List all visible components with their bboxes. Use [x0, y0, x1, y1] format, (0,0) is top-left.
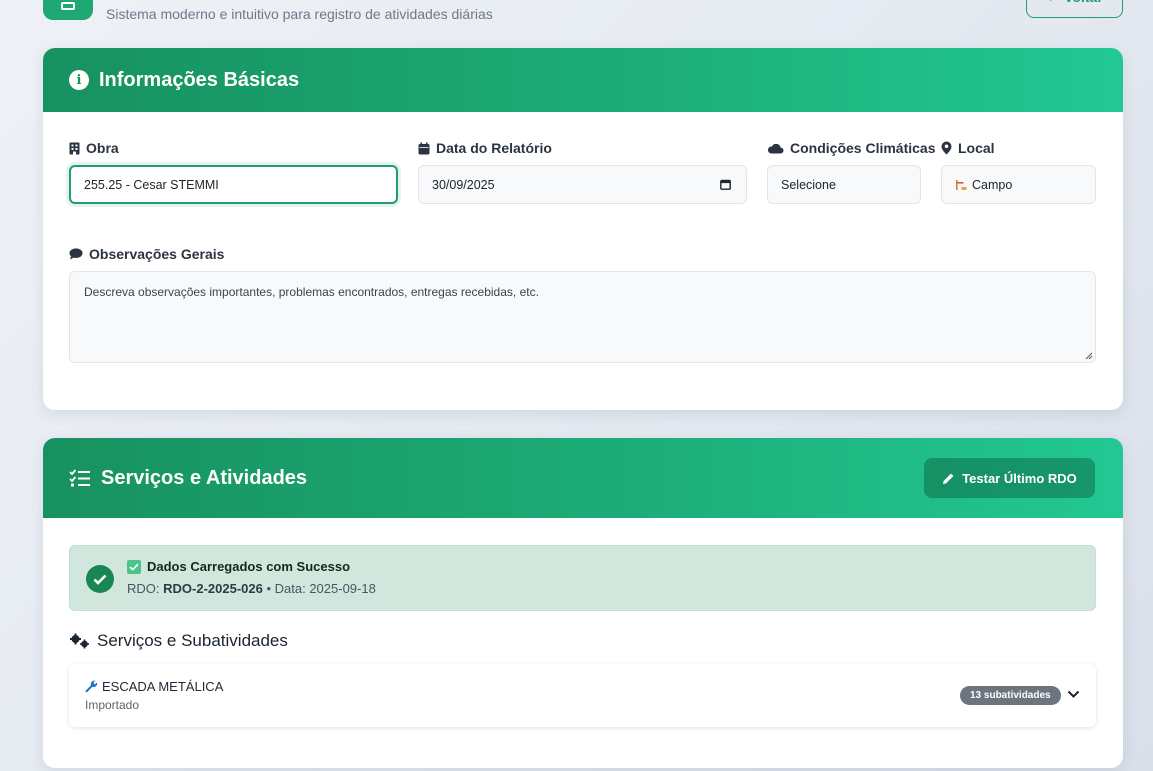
back-button[interactable]: ← Voltar — [1026, 0, 1123, 18]
observacoes-label: Observações Gerais — [69, 246, 224, 262]
resize-handle-icon[interactable] — [1084, 351, 1093, 360]
rdo-number: RDO-2-2025-026 — [163, 581, 263, 596]
clima-label: Condições Climáticas — [767, 140, 936, 156]
clima-select[interactable]: Selecione — [767, 165, 921, 204]
alert-meta: RDO: RDO-2-2025-026 • Data: 2025-09-18 — [127, 581, 376, 596]
info-icon: i — [69, 70, 89, 90]
service-status: Importado — [85, 698, 140, 712]
obra-label: Obra — [69, 140, 119, 156]
subactivities-badge: 13 subatividades — [960, 686, 1061, 705]
basic-info-title: Informações Básicas — [99, 68, 300, 91]
local-label: Local — [941, 140, 995, 156]
app-logo-icon — [43, 0, 93, 20]
test-last-rdo-button[interactable]: Testar Último RDO — [924, 458, 1095, 498]
services-subtitle: Serviços e Subatividades — [69, 631, 288, 651]
services-title: Serviços e Atividades — [101, 466, 308, 489]
basic-info-header: i Informações Básicas — [43, 48, 1123, 112]
cogs-icon — [70, 633, 89, 649]
local-select[interactable]: Campo — [941, 165, 1096, 204]
tasks-icon — [69, 469, 90, 487]
checkbox-icon — [127, 559, 141, 574]
check-circle-icon — [86, 565, 114, 593]
obra-input[interactable]: 255.25 - Cesar STEMMI — [69, 165, 398, 204]
calendar-icon — [418, 142, 430, 154]
basic-info-card: i Informações Básicas Obra 255.25 - Cesa… — [43, 48, 1123, 410]
observacoes-textarea[interactable]: Descreva observações importantes, proble… — [69, 271, 1096, 363]
pencil-icon — [943, 473, 954, 484]
map-pin-icon — [941, 141, 952, 155]
comment-icon — [69, 248, 83, 260]
date-input[interactable]: 30/09/2025 — [418, 165, 747, 204]
calendar-picker-icon[interactable] — [720, 179, 731, 190]
service-item[interactable]: ESCADA METÁLICA Importado 13 subatividad… — [69, 664, 1096, 727]
services-header: Serviços e Atividades Testar Último RDO — [43, 438, 1123, 518]
data-label: Data do Relatório — [418, 140, 552, 156]
cloud-icon — [767, 143, 784, 154]
success-alert: Dados Carregados com Sucesso RDO: RDO-2-… — [69, 545, 1096, 611]
service-name: ESCADA METÁLICA — [85, 679, 223, 694]
page-subtitle: Sistema moderno e intuitivo para registr… — [106, 6, 493, 22]
chevron-down-icon[interactable] — [1067, 690, 1080, 699]
alert-title: Dados Carregados com Sucesso — [127, 559, 350, 574]
construction-icon — [956, 179, 967, 190]
wrench-icon — [85, 680, 98, 693]
building-icon — [69, 142, 80, 154]
services-card: Serviços e Atividades Testar Último RDO … — [43, 438, 1123, 768]
